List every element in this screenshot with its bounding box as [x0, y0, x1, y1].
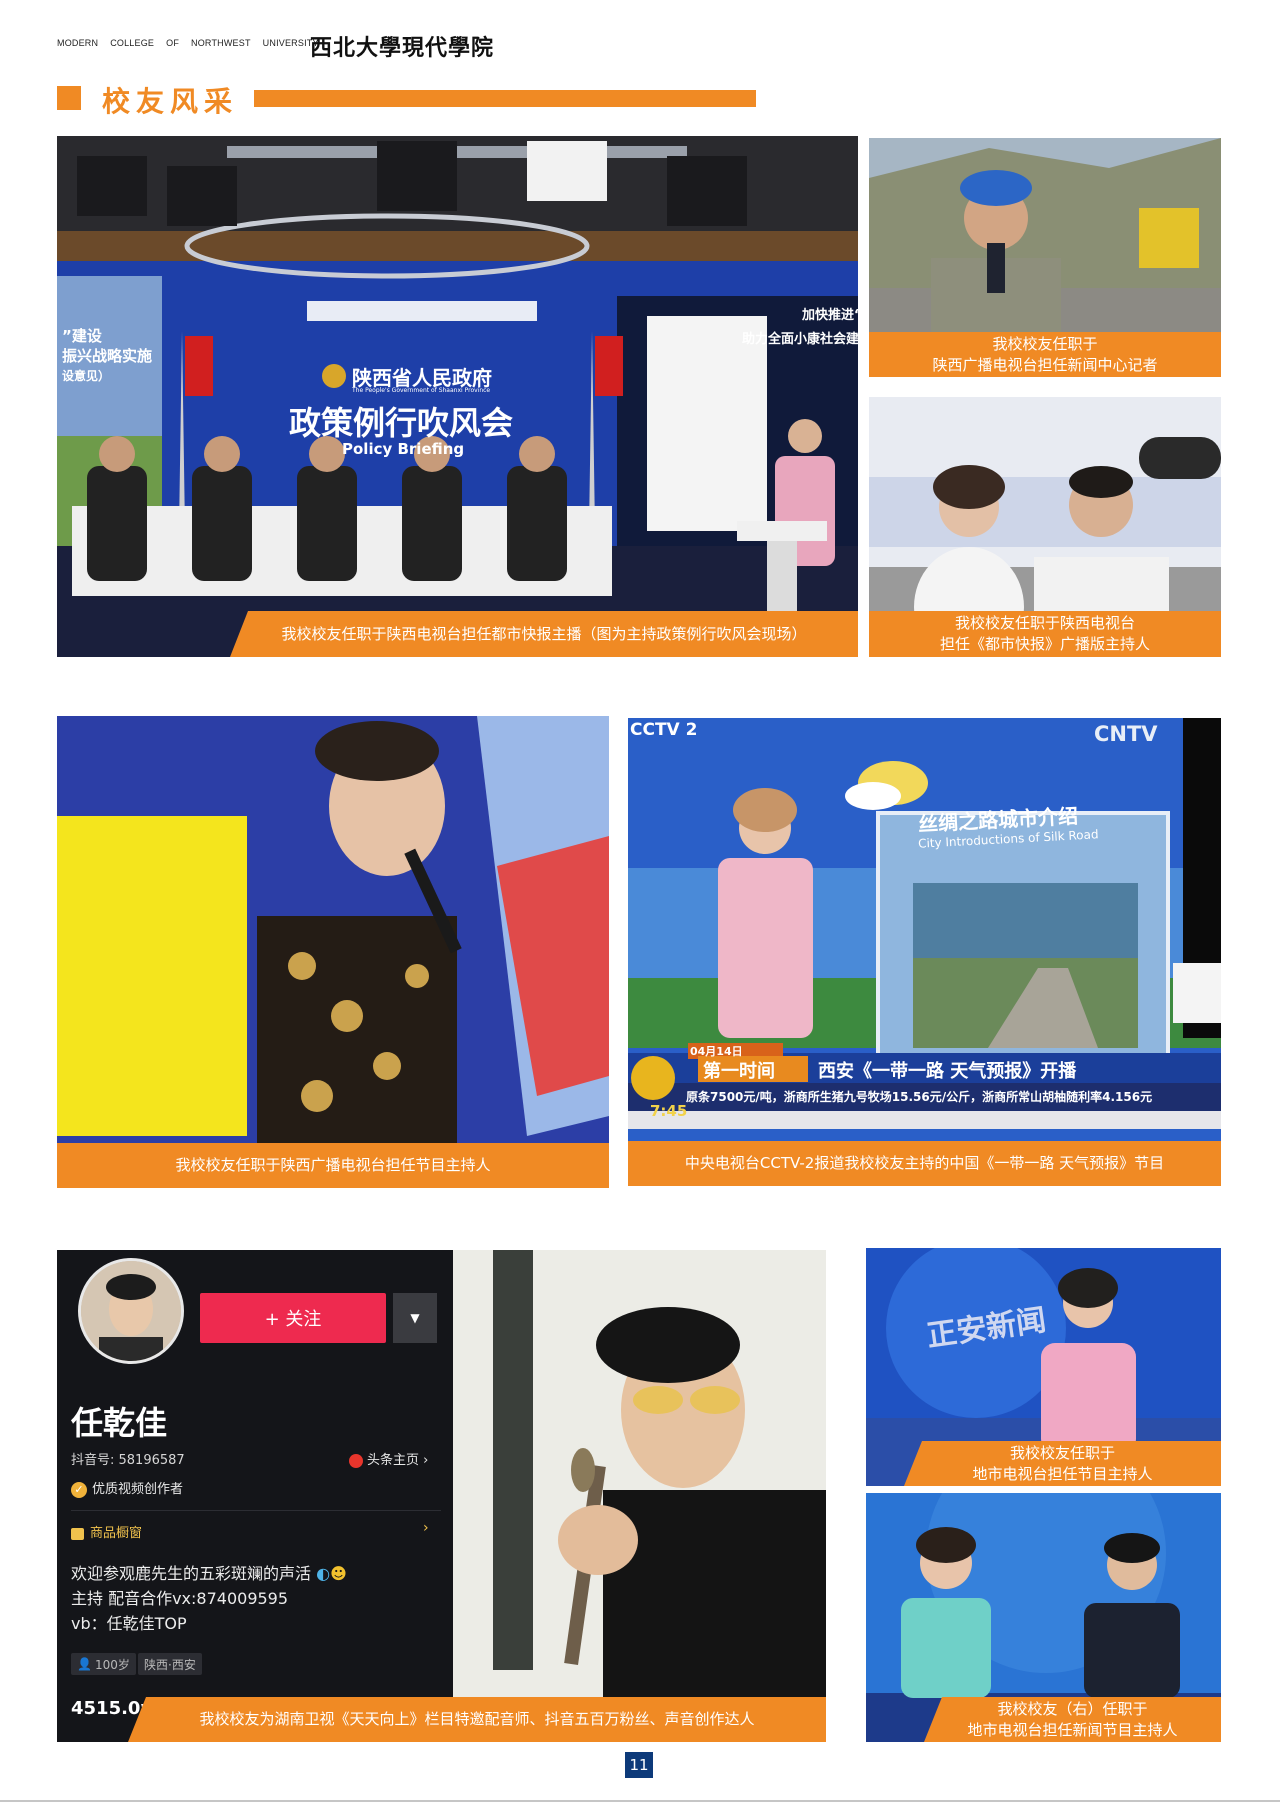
- caption-policy-briefing: 我校校友任职于陕西电视台担任都市快报主播（图为主持政策例行吹风会现场）: [230, 611, 858, 657]
- tongue-emoji-icon: ☻: [330, 1564, 347, 1583]
- caption-line: 我校校友任职于陕西电视台: [954, 614, 1135, 632]
- section-marker: [57, 86, 81, 110]
- screen-line: 振兴战略实施: [62, 347, 153, 365]
- screen-line: 加快推进“ 四好: [802, 308, 858, 323]
- shop-window-label: 商品橱窗: [90, 1526, 143, 1541]
- avatar: [78, 1258, 184, 1364]
- weather-broadcast-illustration: [628, 718, 1221, 1186]
- bio-line-text: 欢迎参观鹿先生的五彩斑斓的声活: [71, 1564, 312, 1583]
- caption-cctv-weather: 中央电视台CCTV-2报道我校校友主持的中国《一带一路 天气预报》节目: [628, 1141, 1221, 1186]
- screen-line: ”建设: [62, 327, 102, 345]
- profile-bio: 欢迎参观鹿先生的五彩斑斓的声活 ◐☻ 主持 配音合作vx:874009595 v…: [71, 1561, 347, 1636]
- caption-line: 陕西广播电视台担任新闻中心记者: [932, 355, 1158, 374]
- caption-city-news: 我校校友任职于 地市电视台担任节目主持人: [904, 1441, 1221, 1486]
- stage-host-illustration: [57, 716, 609, 1188]
- caption-stage-host: 我校校友任职于陕西广播电视台担任节目主持人: [57, 1143, 609, 1188]
- photo-cctv-weather: CCTV 2 CNTV 丝绸之路城市介绍 City Introductions …: [628, 718, 1221, 1186]
- college-english-name: MODERN COLLEGE OF NORTHWEST UNIVERSITY: [57, 38, 331, 48]
- header-word: COLLEGE: [110, 38, 155, 48]
- photo-radio-host: 我校校友任职于陕西电视台 担任《都市快报》广播版主持人: [869, 397, 1221, 657]
- homepage-link[interactable]: 头条主页 ›: [349, 1449, 428, 1468]
- caption-line: 我校校友任职于: [992, 334, 1098, 353]
- location-tag: 陕西·西安: [138, 1653, 202, 1675]
- caption-news-desk: 我校校友（右）任职于 地市电视台担任新闻节目主持人: [924, 1697, 1221, 1742]
- profile-name: 任乾佳: [71, 1404, 168, 1442]
- header-word: OF: [166, 38, 180, 48]
- caption-voice-actor: 我校校友为湖南卫视《天天向上》栏目特邀配音师、抖音五百万粉丝、声音创作达人: [128, 1697, 826, 1742]
- shop-window-link[interactable]: 商品橱窗: [71, 1522, 142, 1541]
- creator-badge: ✓ 优质视频创作者: [71, 1478, 183, 1498]
- avatar-illustration: [81, 1261, 181, 1361]
- photo-city-news: 正安新闻 我校校友任职于 地市电视台担任节目主持人: [866, 1248, 1221, 1486]
- creator-badge-label: 优质视频创作者: [92, 1482, 184, 1497]
- divider: [71, 1510, 441, 1511]
- broadcast-time: 7:45: [650, 1102, 688, 1120]
- page-number: 11: [625, 1752, 653, 1778]
- ticker-line: 原条7500元/吨，浙商所生猪九号牧场15.56元/公斤，浙商所常山胡柚随利率4…: [686, 1090, 1153, 1104]
- bio-line: 主持 配音合作vx:874009595: [71, 1589, 289, 1608]
- chevron-right-icon[interactable]: ›: [423, 1520, 429, 1536]
- caption-radio-host: 我校校友任职于陕西电视台 担任《都市快报》广播版主持人: [869, 611, 1221, 657]
- caption-field-reporter: 我校校友任职于 陕西广播电视台担任新闻中心记者: [869, 332, 1221, 377]
- screen-line: 设意见）: [62, 369, 111, 383]
- douyin-profile-card: + 关注 ▼ 任乾佳 抖音号: 58196587 头条主页 › ✓ 优质视频创作者…: [57, 1250, 453, 1742]
- section-title: 校友风采: [102, 85, 239, 118]
- photo-policy-briefing: 陕西省人民政府 The People's Government of Shaan…: [57, 136, 858, 657]
- toutiao-icon: [349, 1453, 363, 1468]
- ticker-title: 西安《一带一路 天气预报》开播: [818, 1061, 1077, 1082]
- backdrop-subtitle: Policy Briefing: [342, 440, 465, 458]
- header-word: MODERN: [57, 38, 99, 48]
- caption-line: 担任《都市快报》广播版主持人: [939, 635, 1150, 653]
- college-chinese-name: 西北大學現代學院: [310, 35, 495, 61]
- person-icon: 👤: [77, 1657, 92, 1671]
- chevron-down-icon[interactable]: ▼: [393, 1293, 437, 1343]
- caption-line: 我校校友任职于: [1009, 1443, 1115, 1462]
- caption-line: 我校校友（右）任职于: [997, 1699, 1148, 1718]
- photo-field-reporter: 我校校友任职于 陕西广播电视台担任新闻中心记者: [869, 138, 1221, 377]
- follow-button[interactable]: + 关注: [200, 1293, 386, 1343]
- voice-actor-illustration: [453, 1250, 826, 1742]
- caption-line: 地市电视台担任节目主持人: [972, 1464, 1153, 1483]
- ticker-label: 第一时间: [703, 1061, 775, 1082]
- shop-icon: [71, 1527, 84, 1540]
- douyin-id: 抖音号: 58196587: [71, 1453, 185, 1468]
- age-tag-label: 100岁: [94, 1657, 130, 1672]
- backdrop-title: 政策例行吹风会: [289, 404, 514, 442]
- homepage-label: 头条主页: [367, 1453, 420, 1468]
- check-badge-icon: ✓: [71, 1481, 87, 1498]
- photo-news-desk: 我校校友（右）任职于 地市电视台担任新闻节目主持人: [866, 1493, 1221, 1742]
- photo-stage-host: 我校校友任职于陕西广播电视台担任节目主持人: [57, 716, 609, 1188]
- swirl-emoji-icon: ◐: [316, 1564, 331, 1583]
- caption-line: 地市电视台担任新闻节目主持人: [967, 1720, 1178, 1739]
- left-screen-text: ”建设 振兴战略实施 设意见）: [62, 326, 152, 386]
- studio-illustration: [57, 136, 858, 657]
- chevron-right-icon: ›: [419, 1453, 429, 1468]
- cntv-logo: CNTV: [1094, 722, 1158, 746]
- header-word: NORTHWEST: [191, 38, 251, 48]
- page-bottom-rule: [0, 1800, 1280, 1802]
- section-rule: [254, 90, 756, 107]
- screen-line: 助力全面小康社会建设: [742, 332, 858, 347]
- age-tag: 👤 100岁: [71, 1653, 136, 1675]
- cctv-logo: CCTV 2: [630, 720, 698, 740]
- bio-line: vb：任乾佳TOP: [71, 1614, 187, 1633]
- bio-line: 欢迎参观鹿先生的五彩斑斓的声活 ◐☻: [71, 1561, 347, 1586]
- photo-voice-actor: [453, 1250, 826, 1742]
- right-screen-text: 加快推进“ 四好 助力全面小康社会建设: [742, 304, 858, 352]
- backdrop-org-en: The People's Government of Shaanxi Provi…: [352, 387, 491, 394]
